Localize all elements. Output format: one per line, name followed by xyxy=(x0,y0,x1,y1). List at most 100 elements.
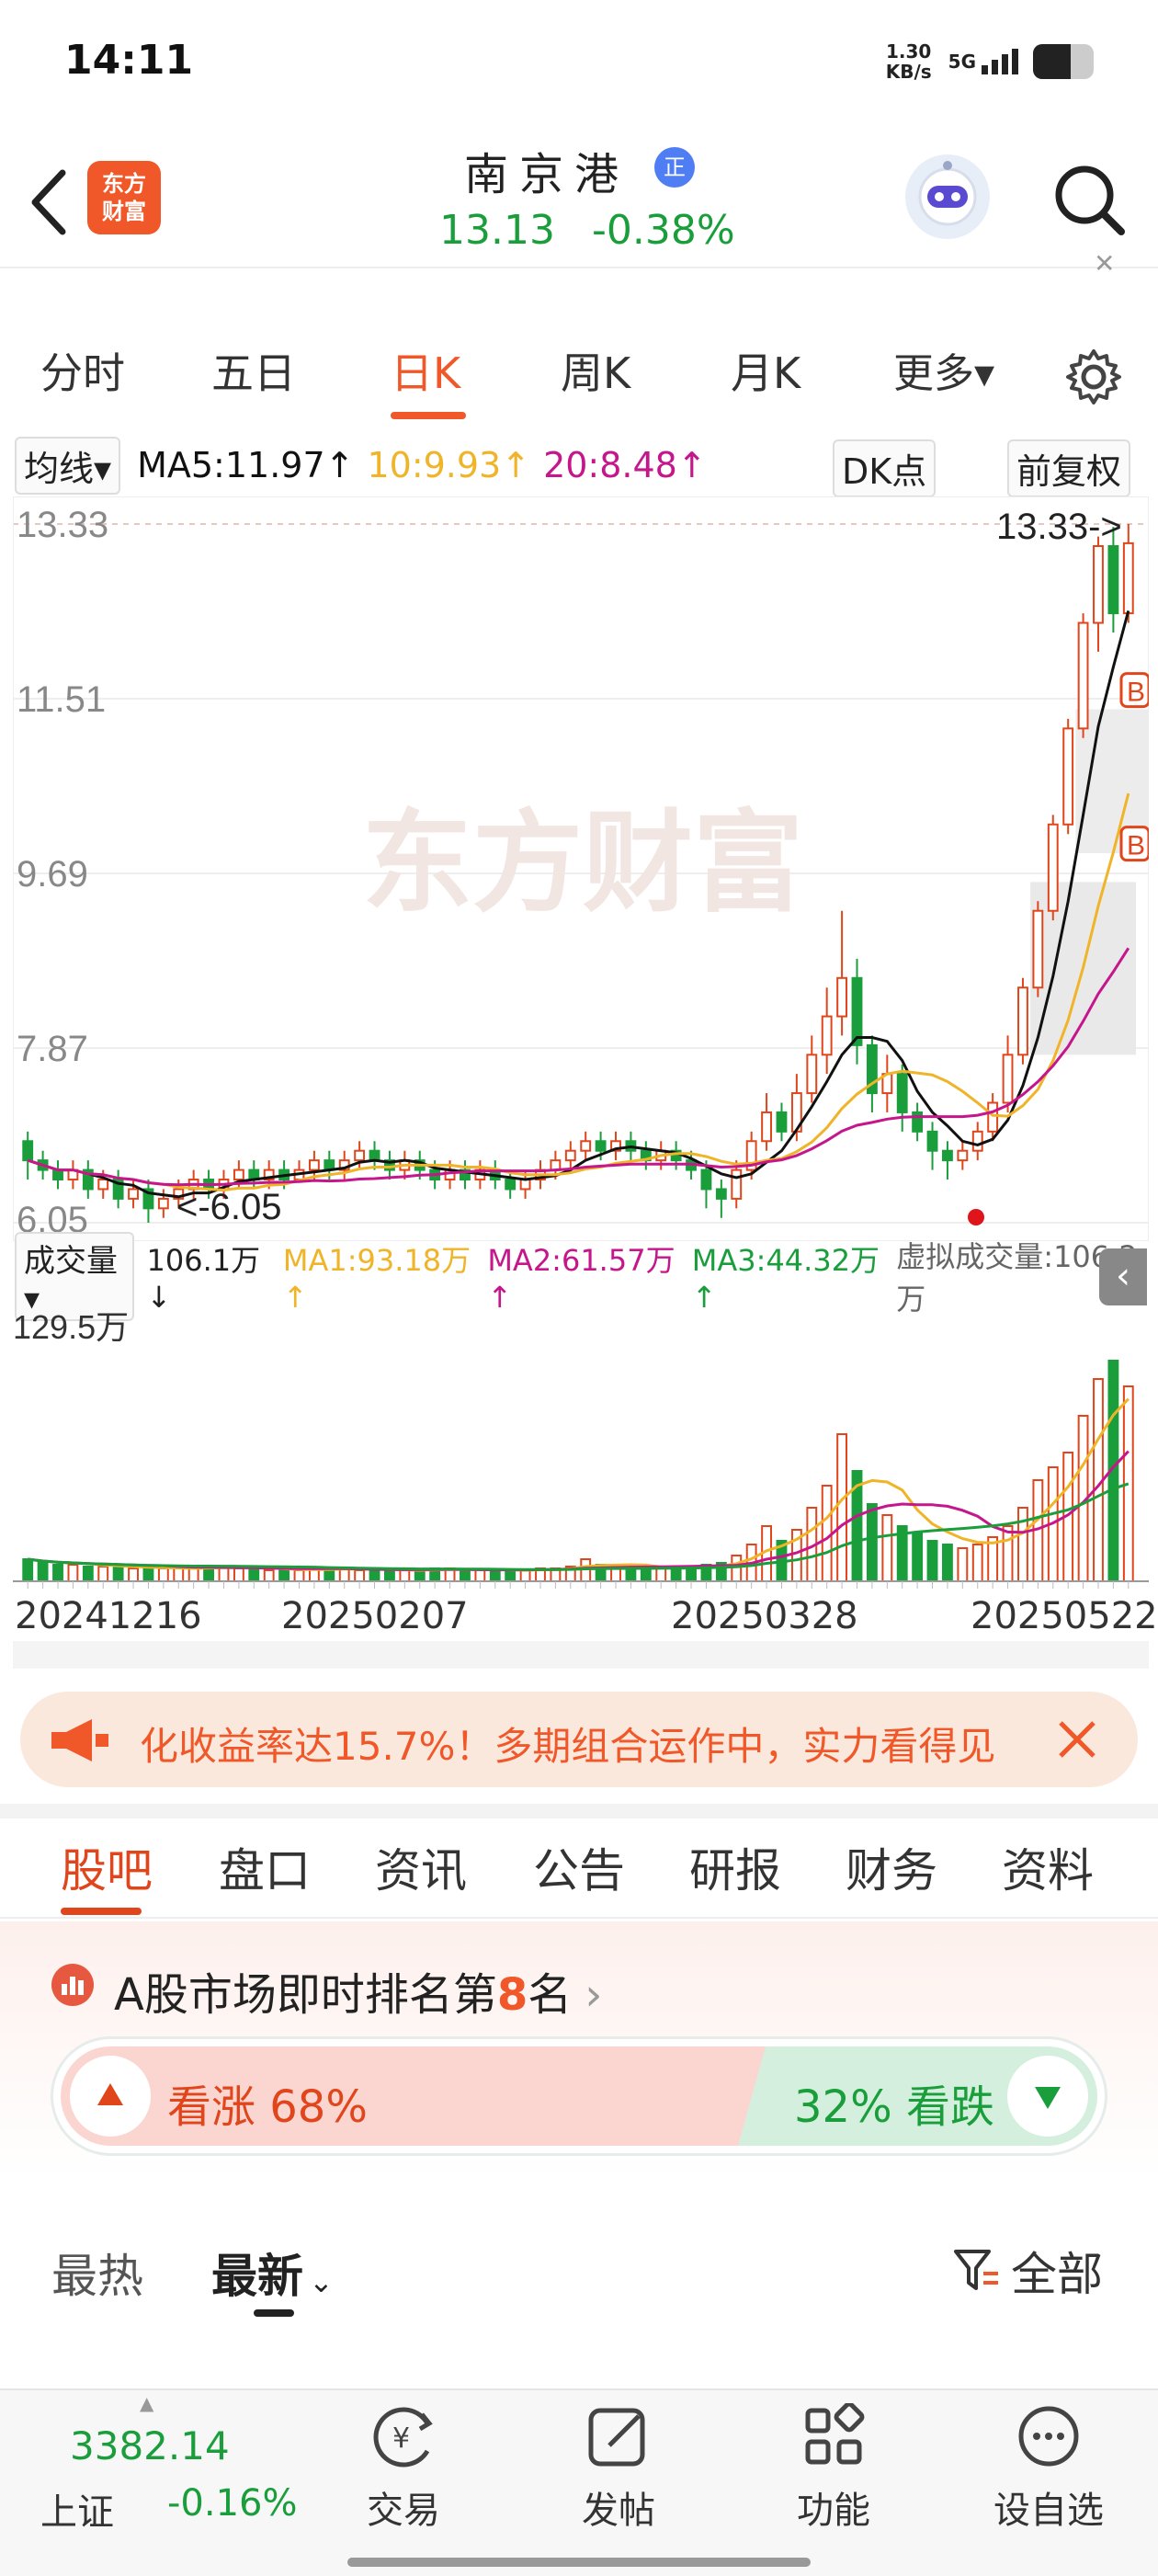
chevron-right-icon: › xyxy=(585,1969,603,2021)
candle-body xyxy=(1002,1054,1014,1104)
close-icon[interactable] xyxy=(1057,1719,1097,1760)
tab-financials[interactable]: 财务 xyxy=(846,1834,937,1900)
tab-daily-k[interactable]: 日K xyxy=(391,340,460,401)
index-value[interactable]: 3382.14 xyxy=(70,2423,230,2468)
candle-body xyxy=(896,1073,908,1113)
search-button[interactable] xyxy=(1048,158,1130,241)
candle-body xyxy=(776,1111,788,1133)
ad-banner[interactable]: 化收益率达15.7%！多期组合运作中，实力看得见 xyxy=(20,1692,1138,1787)
candle-body xyxy=(715,1188,727,1200)
adjust-button[interactable]: 前复权 xyxy=(1007,439,1131,497)
volume-max-tick: 129.5万 xyxy=(13,1308,129,1346)
status-indicators: 1.30 KB/s 5G xyxy=(886,39,1094,85)
tab-forum[interactable]: 股吧 xyxy=(61,1834,153,1900)
candle-body xyxy=(97,1179,109,1191)
tab-announcements[interactable]: 公告 xyxy=(533,1834,625,1900)
volume-bar xyxy=(278,1569,290,1582)
volume-bar xyxy=(912,1533,924,1582)
candle-body xyxy=(580,1140,592,1152)
candle-body xyxy=(1107,545,1119,615)
candle-body xyxy=(971,1130,983,1152)
nav-post[interactable]: 发帖 xyxy=(550,2403,687,2534)
index-change[interactable]: -0.16% xyxy=(167,2482,298,2525)
triangle-down-icon xyxy=(1035,2087,1061,2109)
volume-bar xyxy=(926,1540,938,1582)
price-line: 13.13 -0.38% xyxy=(439,207,772,254)
volume-bar xyxy=(187,1567,199,1582)
nav-add-watchlist[interactable]: 设自选 xyxy=(980,2403,1118,2534)
date-tick: 20250328 xyxy=(671,1595,858,1637)
volume-bar xyxy=(866,1503,878,1582)
dk-point-dropdown[interactable]: DK点 xyxy=(833,439,937,497)
volume-bar xyxy=(971,1544,983,1582)
ranking-number: 8 xyxy=(496,1969,528,2021)
chart-settings-button[interactable] xyxy=(1064,348,1123,406)
tab-more[interactable]: 更多▾ xyxy=(893,340,994,399)
tab-monthly-k[interactable]: 月K xyxy=(731,340,800,401)
volume-bar xyxy=(414,1569,426,1582)
sort-hot[interactable]: 最热 xyxy=(51,2240,143,2306)
volume-bar xyxy=(263,1569,275,1582)
volume-bar xyxy=(97,1566,109,1582)
tab-timeshare[interactable]: 分时 xyxy=(40,340,125,401)
stock-name: 南京港 xyxy=(464,149,630,200)
megaphone-icon xyxy=(51,1719,108,1761)
volume-bar xyxy=(942,1544,953,1582)
bearish-percent: 32% 看跌 xyxy=(794,2081,994,2133)
back-button[interactable] xyxy=(26,165,77,239)
candle-body xyxy=(836,976,848,1018)
candle-body xyxy=(519,1179,531,1191)
home-indicator xyxy=(347,2558,811,2567)
market-ranking-link[interactable]: A股市场即时排名第8名 › xyxy=(114,1958,602,2023)
index-name[interactable]: 上证 xyxy=(40,2482,114,2536)
candle-body xyxy=(233,1168,244,1181)
robot-icon xyxy=(918,161,977,226)
volume-bar xyxy=(836,1433,848,1582)
robot-assistant-avatar[interactable] xyxy=(905,154,990,239)
chart-watermark: 东方财富 xyxy=(362,802,803,925)
app-logo[interactable]: 东方 财富 xyxy=(87,161,161,234)
bearish-vote-button[interactable] xyxy=(1007,2056,1088,2137)
volume-bar xyxy=(112,1566,124,1582)
ad-text: 化收益率达15.7%！多期组合运作中，实力看得见 xyxy=(140,1724,996,1769)
volume-bar xyxy=(731,1555,743,1582)
bullish-vote-button[interactable] xyxy=(70,2056,151,2137)
collapse-icon[interactable]: ✕ xyxy=(1094,248,1115,279)
volume-bar xyxy=(142,1567,154,1582)
volume-chart[interactable]: 129.5万 xyxy=(13,1305,1149,1590)
candle-body xyxy=(731,1168,743,1200)
panel-expand-button[interactable]: ‹ xyxy=(1099,1248,1147,1305)
tab-five-day[interactable]: 五日 xyxy=(211,340,296,401)
candle-body xyxy=(851,976,863,1046)
period-tabs: 分时 五日 日K 周K 月K 更多▾ xyxy=(0,340,1158,419)
tab-research[interactable]: 研报 xyxy=(689,1834,781,1900)
nav-functions[interactable]: 功能 xyxy=(765,2403,903,2534)
indicator-type-dropdown[interactable]: 均线▾ xyxy=(15,436,121,495)
volume-bar xyxy=(399,1569,411,1582)
sort-new[interactable]: 最新 ⌄ xyxy=(211,2240,334,2306)
candle-body xyxy=(157,1197,169,1210)
volume-bar xyxy=(173,1567,185,1582)
max-price-label: 13.33-> xyxy=(996,507,1122,547)
tab-weekly-k[interactable]: 周K xyxy=(561,340,630,401)
nav-trade[interactable]: ¥ 交易 xyxy=(335,2403,472,2534)
date-tick: 20250522 xyxy=(971,1595,1158,1637)
min-price-label: <-6.05 xyxy=(176,1187,282,1227)
volume-ma2: MA2:61.57万↑ xyxy=(487,1243,676,1315)
active-tab-indicator xyxy=(61,1908,142,1915)
kline-chart[interactable]: 东方财富 13.3311.519.697.876.0513.33-><-6.05… xyxy=(13,496,1149,1241)
trade-icon: ¥ xyxy=(373,2407,433,2468)
tab-profile[interactable]: 资料 xyxy=(1002,1834,1094,1900)
network-type: 5G xyxy=(948,51,976,73)
candle-body xyxy=(128,1188,139,1200)
tab-order-book[interactable]: 盘口 xyxy=(219,1834,311,1900)
filter-button[interactable]: 全部 xyxy=(952,2238,1103,2304)
tab-news[interactable]: 资讯 xyxy=(375,1834,467,1900)
battery-icon xyxy=(1033,44,1094,79)
volume-bar xyxy=(1017,1507,1028,1582)
chevron-down-icon: ⌄ xyxy=(309,2264,334,2299)
registration-badge: 正 xyxy=(654,147,695,188)
svg-text:¥: ¥ xyxy=(392,2422,410,2455)
ma10-value: 10:9.93↑ xyxy=(367,445,531,485)
volume-bar xyxy=(52,1564,63,1582)
